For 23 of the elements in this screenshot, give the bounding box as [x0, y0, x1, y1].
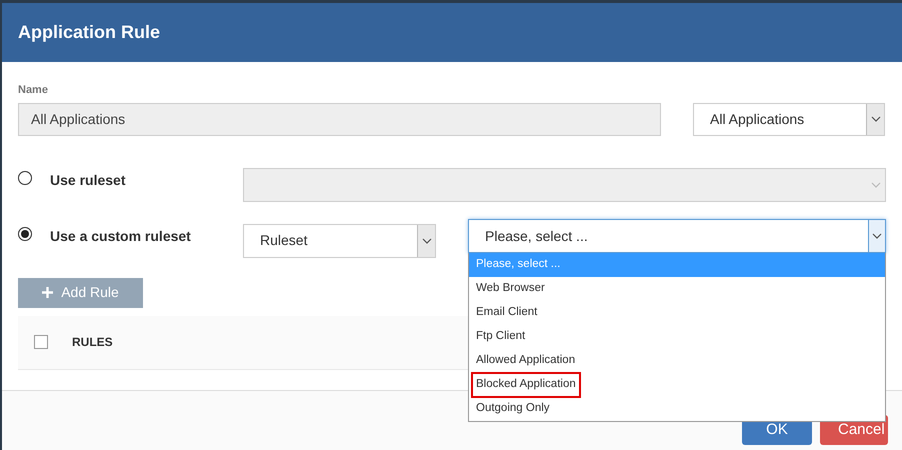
ruleset-select[interactable]: Ruleset	[243, 224, 436, 258]
field-label: Name	[18, 83, 49, 98]
chevron-down-icon	[872, 233, 882, 239]
name-field[interactable]: All Applications	[18, 102, 661, 136]
radio-button[interactable]	[18, 226, 32, 240]
application-type-select[interactable]: Please, select ...	[468, 219, 886, 253]
chevron-down-icon	[870, 116, 880, 122]
dropdown-option[interactable]: Blocked Application	[473, 374, 579, 396]
dropdown-option[interactable]: Outgoing Only	[475, 398, 551, 420]
column-header: RULES	[72, 334, 113, 351]
plus-icon	[42, 287, 54, 298]
dialog-title: Application Rule	[18, 21, 160, 44]
dropdown-option[interactable]: Web Browser	[475, 278, 546, 300]
radio-button[interactable]	[18, 170, 32, 184]
chevron-down-icon	[871, 182, 881, 188]
dropdown-option[interactable]: Allowed Application	[475, 350, 576, 372]
radio-label: Use ruleset	[50, 170, 126, 190]
chevron-down-icon	[422, 238, 432, 244]
dropdown-option[interactable]: Email Client	[475, 302, 538, 324]
application-select[interactable]: All Applications	[693, 102, 885, 136]
radio-label: Use a custom ruleset	[50, 226, 191, 246]
dropdown-option[interactable]: Ftp Client	[475, 326, 526, 348]
checkbox[interactable]	[34, 335, 48, 349]
